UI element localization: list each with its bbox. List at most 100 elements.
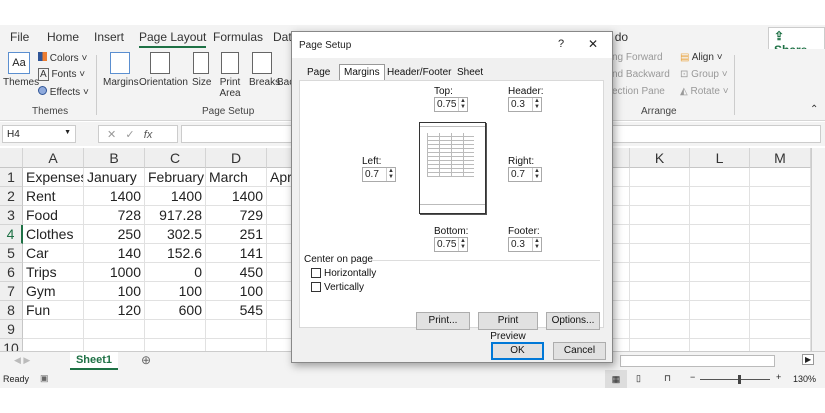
row-header[interactable]: 7 [0,282,23,301]
enter-icon[interactable]: ✓ [125,129,134,141]
spinner-icon[interactable]: ▲ ▼ [532,238,541,251]
table-cell[interactable]: 100 [145,282,206,301]
table-cell[interactable] [750,282,811,301]
table-cell[interactable]: 729 [206,206,267,225]
table-cell[interactable]: 141 [206,244,267,263]
tab-sheet[interactable]: Sheet [457,67,483,78]
top-margin-input[interactable]: 0.75 ▲ ▼ [434,97,468,112]
tab-page[interactable]: Page [307,67,330,78]
table-cell[interactable] [750,244,811,263]
table-cell[interactable]: 152.6 [145,244,206,263]
table-cell[interactable]: 1000 [84,263,145,282]
table-cell[interactable] [750,187,811,206]
table-cell[interactable]: 250 [84,225,145,244]
row-header[interactable]: 3 [0,206,23,225]
table-cell[interactable] [690,187,750,206]
table-cell[interactable] [750,168,811,187]
normal-view-icon[interactable]: ▦ [605,370,627,388]
table-cell[interactable]: Gym [23,282,84,301]
spinner-icon[interactable]: ▲ ▼ [458,98,467,111]
table-cell[interactable]: 0 [145,263,206,282]
close-button[interactable]: ✕ [588,37,598,51]
table-cell[interactable] [84,320,145,339]
table-cell[interactable] [630,282,690,301]
scroll-sheets-icon[interactable]: ◀ ▶ [14,355,30,366]
table-cell[interactable] [145,320,206,339]
table-cell[interactable]: 600 [145,301,206,320]
vertical-scrollbar[interactable] [811,148,825,351]
table-cell[interactable]: Rent [23,187,84,206]
column-header[interactable]: L [690,148,750,168]
table-cell[interactable] [630,225,690,244]
ok-button[interactable]: OK [491,342,544,360]
tab-margins[interactable]: Margins [339,64,385,80]
row-header[interactable]: 1 [0,168,23,187]
table-cell[interactable]: 728 [84,206,145,225]
tab-insert[interactable]: Insert [94,30,124,44]
tab-page-layout[interactable]: Page Layout [139,30,207,48]
macro-record-icon[interactable]: ▣ [40,373,49,384]
breaks-button[interactable]: Breaks [249,77,280,88]
table-cell[interactable]: 1400 [84,187,145,206]
horizontally-checkbox[interactable] [311,268,321,278]
margins-button[interactable]: Margins [103,77,139,88]
tab-file[interactable]: File [10,30,29,44]
table-cell[interactable] [750,225,811,244]
select-all-corner[interactable] [0,148,23,168]
table-cell[interactable]: Expenses [23,168,84,187]
row-header[interactable]: 4 [0,225,23,244]
row-header[interactable]: 6 [0,263,23,282]
table-cell[interactable]: 140 [84,244,145,263]
send-backward-button[interactable]: nd Backward [612,69,670,80]
zoom-slider[interactable] [700,379,770,380]
table-cell[interactable]: 450 [206,263,267,282]
header-margin-input[interactable]: 0.3 ▲ ▼ [508,97,542,112]
column-header[interactable]: D [206,148,267,168]
table-cell[interactable] [630,244,690,263]
footer-margin-input[interactable]: 0.3 ▲ ▼ [508,237,542,252]
zoom-in-button[interactable]: + [776,372,781,382]
right-margin-input[interactable]: 0.7 ▲ ▼ [508,167,542,182]
table-cell[interactable] [630,263,690,282]
align-button[interactable]: ▤ Align ˅ [680,52,723,63]
table-cell[interactable]: 302.5 [145,225,206,244]
table-cell[interactable] [750,301,811,320]
table-cell[interactable]: 1400 [145,187,206,206]
left-margin-input[interactable]: 0.7 ▲ ▼ [362,167,396,182]
zoom-level[interactable]: 130% [793,374,816,384]
table-cell[interactable]: January [84,168,145,187]
table-cell[interactable]: 100 [206,282,267,301]
page-break-view-icon[interactable]: ⊓ [664,373,671,384]
table-cell[interactable] [750,320,811,339]
rotate-button[interactable]: ◭ Rotate ˅ [680,86,729,97]
table-cell[interactable] [630,301,690,320]
row-header[interactable]: 9 [0,320,23,339]
table-cell[interactable]: 251 [206,225,267,244]
print-preview-button[interactable]: Print Preview [478,312,538,342]
spinner-icon[interactable]: ▲ ▼ [532,168,541,181]
table-cell[interactable] [690,301,750,320]
cancel-icon[interactable]: ✕ [107,129,116,141]
tab-home[interactable]: Home [47,30,79,44]
tab-header-footer[interactable]: Header/Footer [387,67,451,78]
table-cell[interactable]: March [206,168,267,187]
column-header[interactable]: A [23,148,84,168]
add-sheet-icon[interactable]: ⊕ [141,353,151,367]
sheet-tab-sheet1[interactable]: Sheet1 [70,352,118,370]
table-cell[interactable] [630,206,690,225]
column-header[interactable]: C [145,148,206,168]
colors-button[interactable]: Colors ˅ [38,52,87,64]
print-area-button[interactable]: Print Area [217,77,243,99]
fonts-button[interactable]: A Fonts ˅ [38,68,85,81]
column-header[interactable]: K [630,148,690,168]
zoom-out-button[interactable]: − [690,372,695,382]
table-cell[interactable]: 100 [84,282,145,301]
row-header[interactable]: 5 [0,244,23,263]
table-cell[interactable] [690,206,750,225]
table-cell[interactable]: Food [23,206,84,225]
collapse-ribbon-icon[interactable]: ⌃ [810,104,818,115]
table-cell[interactable]: Fun [23,301,84,320]
table-cell[interactable] [690,282,750,301]
table-cell[interactable]: 120 [84,301,145,320]
fx-icon[interactable]: fx [144,129,153,141]
